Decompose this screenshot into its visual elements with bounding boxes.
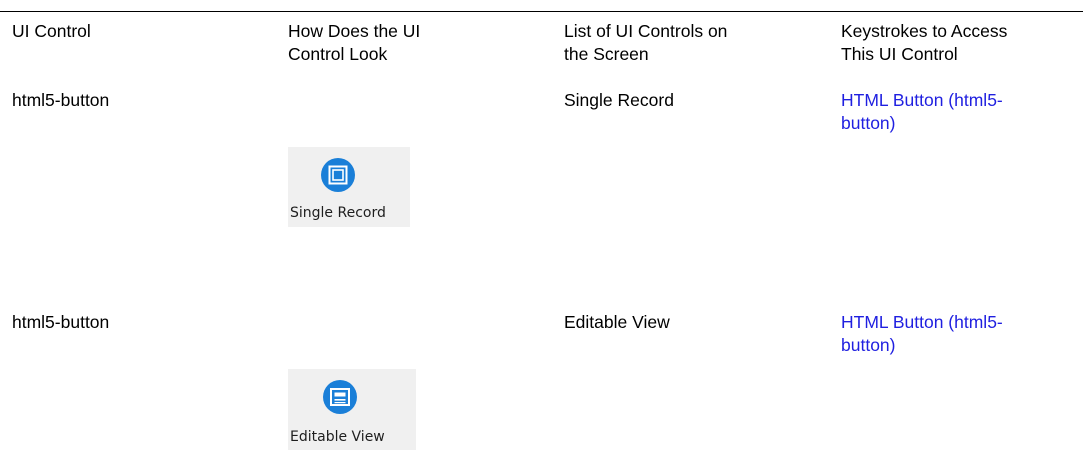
header-keystrokes: Keystrokes to Access This UI Control (841, 21, 1008, 64)
single-record-button-image: Single Record (288, 147, 410, 227)
row1-ui-control: html5-button (12, 90, 110, 110)
row2-ui-control: html5-button (12, 312, 110, 332)
row2-control-name: Editable View (564, 312, 670, 332)
row1-html-button-link[interactable]: HTML Button (html5- button) (841, 89, 1003, 135)
editable-view-icon (323, 380, 357, 414)
editable-view-button-image: Editable View (288, 369, 416, 450)
single-record-icon (321, 158, 355, 192)
header-ui-control: UI Control (12, 21, 91, 41)
row2-html-button-link[interactable]: HTML Button (html5- button) (841, 311, 1003, 357)
single-record-caption: Single Record (290, 205, 386, 221)
header-how-does-it-look: How Does the UI Control Look (288, 21, 421, 64)
editable-view-caption: Editable View (290, 429, 385, 445)
header-list-of-controls: List of UI Controls on the Screen (564, 21, 728, 64)
row1-control-name: Single Record (564, 90, 674, 110)
table-top-rule (0, 11, 1083, 12)
